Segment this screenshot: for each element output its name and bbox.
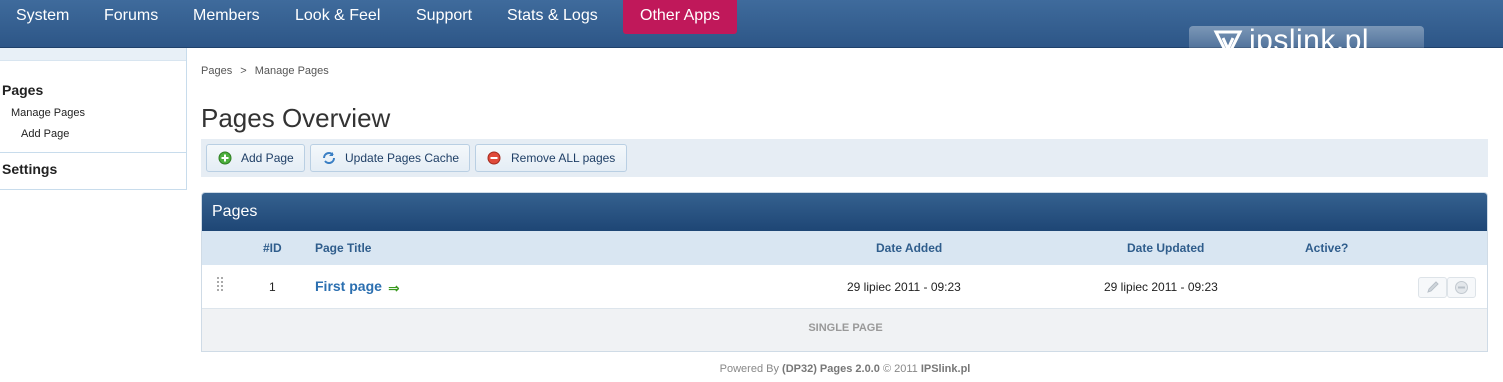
powered-prefix: Powered By [719, 363, 779, 375]
pagination-label: SINGLE PAGE [202, 309, 1487, 351]
row-id: 1 [269, 280, 276, 294]
sidebar-item-add-page[interactable]: Add Page [21, 128, 69, 140]
col-date-updated[interactable]: Date Updated [1127, 241, 1204, 255]
col-date-added[interactable]: Date Added [876, 241, 942, 255]
delete-button[interactable] [1447, 277, 1476, 298]
powered-product[interactable]: (DP32) Pages 2.0.0 [782, 363, 880, 375]
sidebar-heading-pages: Pages [2, 82, 44, 98]
drag-handle-icon[interactable] [217, 277, 225, 291]
powered-copyright: © 2011 [882, 363, 918, 375]
breadcrumb-current[interactable]: Manage Pages [255, 65, 329, 77]
ipslink-logo[interactable]: ipslink.pl [1189, 18, 1424, 66]
page-title: Pages Overview [201, 103, 391, 133]
add-icon [218, 151, 232, 165]
logo-mark-icon [1213, 30, 1243, 59]
remove-icon [487, 151, 501, 165]
nav-other-apps[interactable]: Other Apps [623, 0, 738, 34]
refresh-icon [323, 152, 335, 164]
edit-button[interactable] [1418, 277, 1447, 298]
col-id[interactable]: #ID [263, 241, 282, 255]
powered-by-footer: Powered By (DP32) Pages 2.0.0 © 2011 IPS… [0, 363, 1503, 375]
powered-owner[interactable]: IPSlink.pl [921, 363, 971, 375]
row-date-added: 29 lipiec 2011 - 09:23 [847, 280, 961, 294]
sidebar-strip [0, 48, 186, 61]
view-arrow-icon[interactable]: ⇒ [388, 280, 400, 297]
breadcrumb-separator: > [240, 65, 247, 77]
logo-text: ipslink.pl [1249, 24, 1370, 57]
row-title-link[interactable]: First page [315, 278, 382, 294]
sidebar-divider [0, 152, 186, 153]
add-page-label: Add Page [241, 151, 294, 165]
pencil-icon [1427, 281, 1439, 293]
action-toolbar: Add Page Update Pages Cache Remove ALL p… [201, 139, 1488, 177]
nav-look-and-feel[interactable]: Look & Feel [295, 0, 380, 34]
nav-members[interactable]: Members [193, 0, 260, 34]
add-page-button[interactable]: Add Page [206, 144, 305, 172]
update-cache-label: Update Pages Cache [345, 151, 460, 165]
sidebar: Pages Manage Pages Add Page Settings [0, 48, 187, 190]
minus-circle-icon [1455, 281, 1468, 294]
col-page-title[interactable]: Page Title [315, 241, 371, 255]
table-row: 1 First page ⇒ 29 lipiec 2011 - 09:23 29… [202, 265, 1487, 309]
sidebar-item-manage-pages[interactable]: Manage Pages [11, 107, 85, 119]
nav-system[interactable]: System [16, 0, 69, 34]
breadcrumb-root[interactable]: Pages [201, 65, 232, 77]
col-active[interactable]: Active? [1305, 241, 1348, 255]
row-date-updated: 29 lipiec 2011 - 09:23 [1104, 280, 1218, 294]
remove-all-button[interactable]: Remove ALL pages [475, 144, 627, 172]
breadcrumb: Pages > Manage Pages [201, 65, 329, 77]
remove-all-label: Remove ALL pages [511, 151, 616, 165]
table-header: #ID Page Title Date Added Date Updated A… [202, 231, 1487, 265]
nav-support[interactable]: Support [416, 0, 472, 34]
update-cache-button[interactable]: Update Pages Cache [310, 144, 470, 172]
nav-stats-logs[interactable]: Stats & Logs [507, 0, 598, 34]
sidebar-heading-settings[interactable]: Settings [2, 161, 57, 177]
pages-panel: Pages #ID Page Title Date Added Date Upd… [201, 192, 1488, 352]
panel-title: Pages [202, 193, 1487, 231]
nav-forums[interactable]: Forums [104, 0, 158, 34]
